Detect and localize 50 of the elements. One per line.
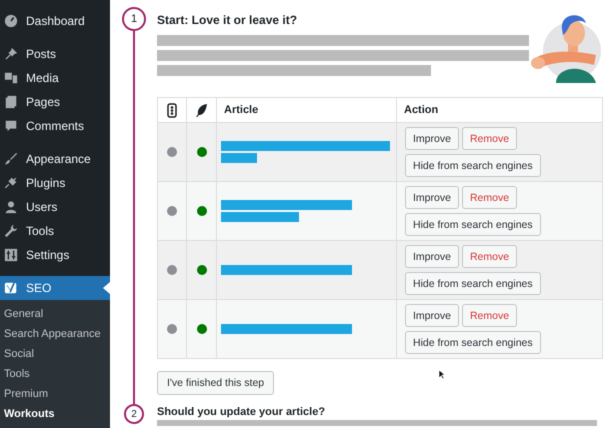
menu-item[interactable]: Users [0, 195, 110, 219]
step-title: Should you update your article? [157, 406, 326, 418]
submenu-item[interactable]: Premium [0, 384, 110, 404]
finish-step-button[interactable]: I've finished this step [157, 371, 274, 395]
menu-item[interactable]: Tools [0, 219, 110, 243]
menu-item[interactable]: Settings [0, 243, 110, 267]
menu-item[interactable]: Posts [0, 42, 110, 66]
person-icon [4, 200, 18, 214]
action-button[interactable]: Hide from search engines [405, 331, 541, 354]
action-button[interactable]: Hide from search engines [405, 213, 541, 236]
step-number: 2 [124, 404, 144, 424]
submenu-item[interactable]: Search Appearance [0, 324, 110, 344]
action-button[interactable]: Improve [405, 245, 459, 268]
plug-icon [4, 176, 18, 190]
sliders-icon [4, 248, 18, 262]
menu-item[interactable]: SEO [0, 276, 110, 300]
pin-icon [4, 47, 18, 61]
gauge-icon [4, 14, 18, 28]
action-button[interactable]: Improve [405, 304, 459, 327]
step-title: Start: Love it or leave it? [157, 13, 298, 27]
column-header: Action [403, 104, 438, 116]
menu-item[interactable]: Media [0, 66, 110, 90]
photo-icon [4, 71, 18, 85]
action-button[interactable]: Remove [462, 304, 518, 327]
menu-item[interactable]: Plugins [0, 171, 110, 195]
submenu-item[interactable]: Social [0, 344, 110, 364]
action-button[interactable]: Improve [405, 186, 459, 209]
action-button[interactable]: Improve [405, 127, 459, 150]
action-button[interactable]: Hide from search engines [405, 272, 541, 295]
wrench-icon [4, 224, 18, 238]
submenu-item[interactable]: Tools [0, 364, 110, 384]
step-number: 1 [122, 7, 146, 31]
action-button[interactable]: Remove [462, 127, 518, 150]
cursor-icon [438, 369, 446, 380]
feather-icon [195, 102, 208, 118]
speech-bubble-icon [4, 119, 18, 133]
action-button[interactable]: Hide from search engines [405, 154, 541, 177]
action-button[interactable]: Remove [462, 245, 518, 268]
menu-item[interactable]: Pages [0, 90, 110, 114]
brush-icon [4, 152, 18, 166]
column-header: Article [223, 104, 258, 116]
menu-item[interactable]: Appearance [0, 147, 110, 171]
menu-item[interactable]: Dashboard [0, 9, 110, 33]
action-button[interactable]: Remove [462, 186, 518, 209]
submenu-item[interactable]: General [0, 304, 110, 324]
logo-icon [4, 281, 18, 295]
traffic-light-icon [167, 102, 177, 118]
submenu-item[interactable]: Workouts [0, 404, 110, 424]
menu-item[interactable]: Comments [0, 114, 110, 138]
document-icon [4, 95, 18, 109]
